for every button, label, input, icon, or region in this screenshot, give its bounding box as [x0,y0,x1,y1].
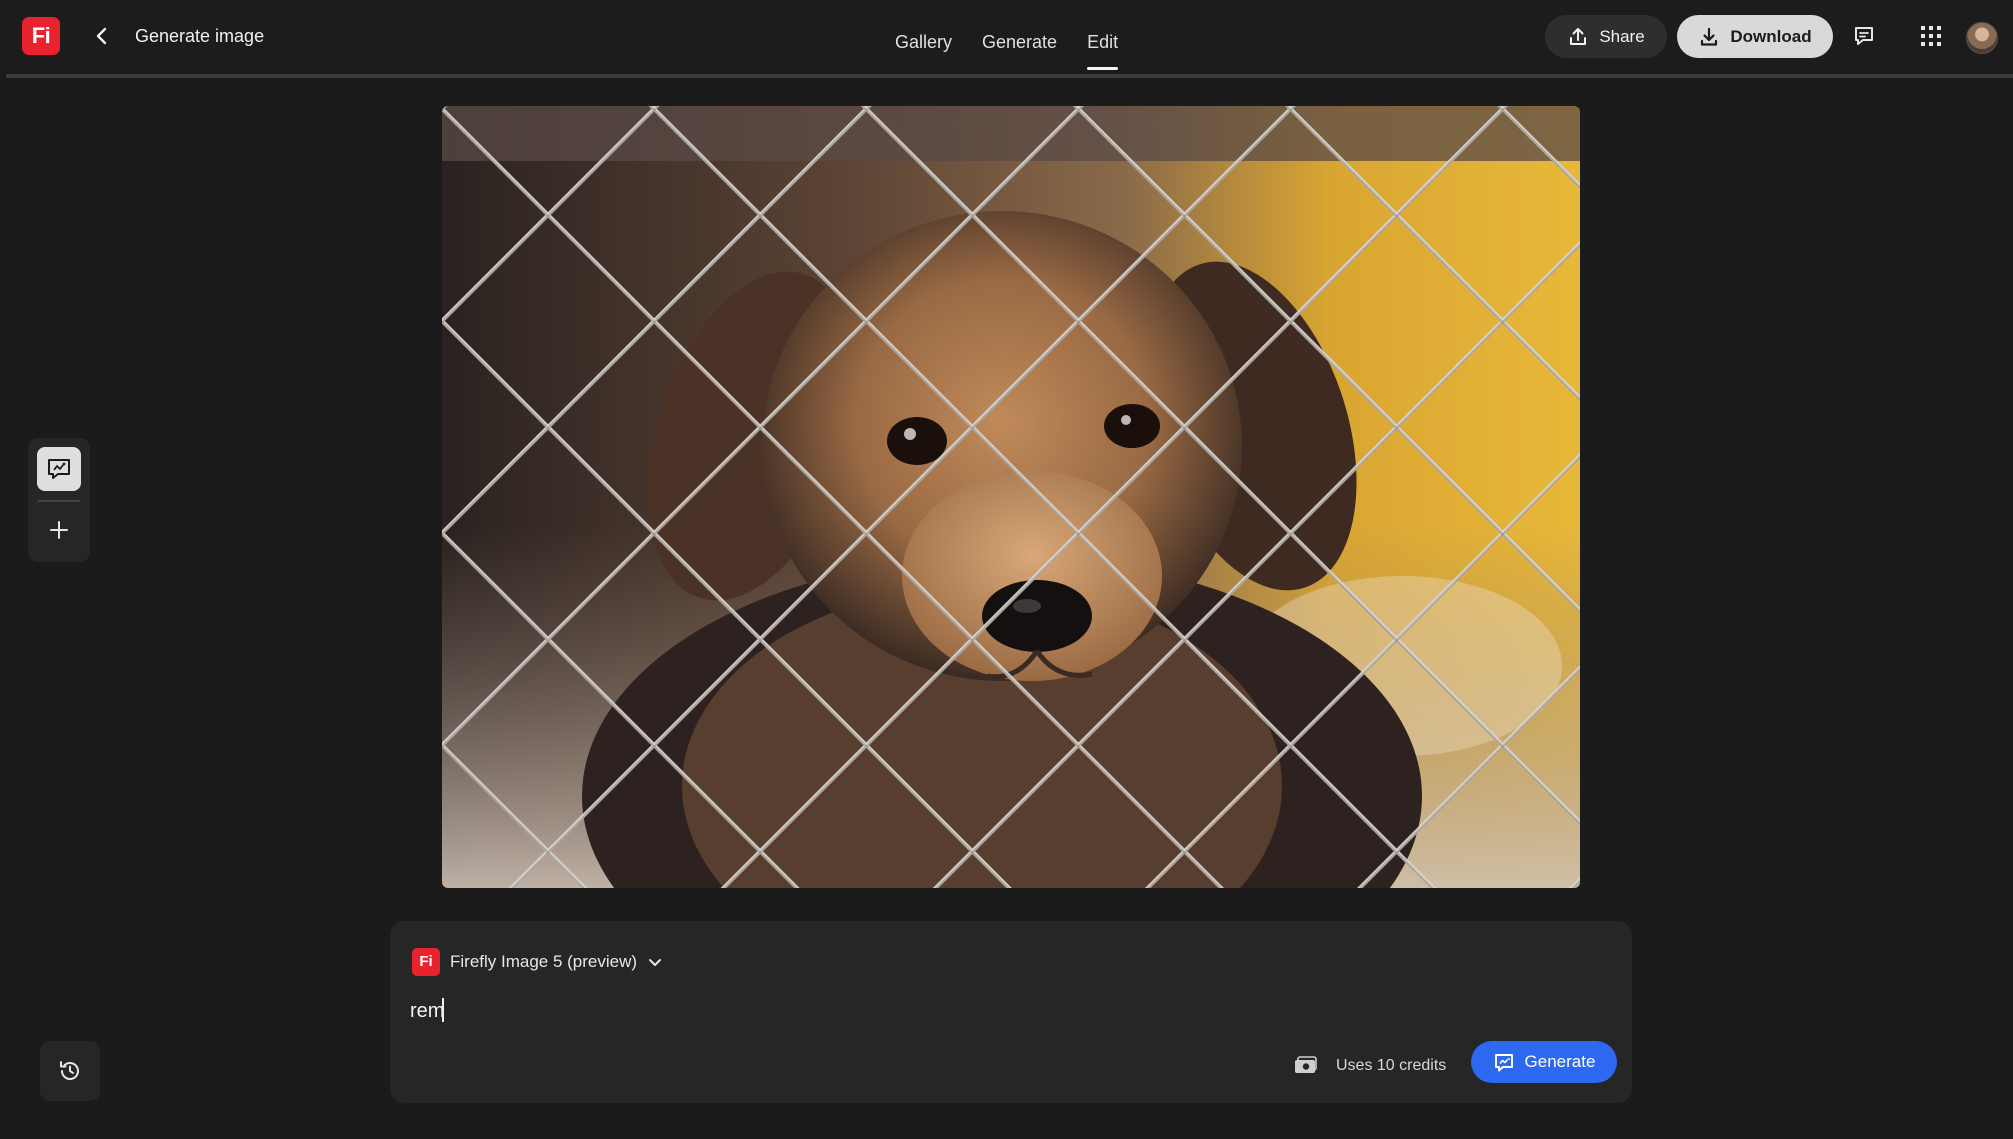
share-icon [1570,27,1587,45]
generate-button[interactable]: Generate [1471,1041,1617,1083]
firefly-model-logo: Fi [412,948,440,976]
comment-icon [1855,27,1873,45]
edit-image-icon [48,459,70,479]
apps-button[interactable] [1913,18,1949,54]
model-name: Firefly Image 5 (preview) [450,952,638,971]
chevron-left-icon [96,27,107,45]
add-button[interactable] [41,512,77,548]
user-avatar[interactable] [1966,22,1998,54]
tool-rail [28,438,90,562]
firefly-logo[interactable]: Fi [22,17,60,55]
download-button[interactable]: Download [1677,15,1833,58]
tab-generate[interactable]: Generate [967,18,1072,70]
generate-icon [1494,1054,1513,1072]
add-icon [50,521,68,539]
credits-icon [1295,1056,1317,1073]
download-label: Download [1730,26,1812,46]
puppy-image [442,106,1580,888]
nav-tabs: Gallery Generate Edit [880,18,1133,70]
top-bar-divider [6,74,2013,78]
share-label: Share [1599,26,1645,46]
generate-label: Generate [1524,1052,1596,1071]
generated-image[interactable] [442,106,1580,888]
prompt-input[interactable] [410,993,1510,1029]
credits-info: Uses 10 credits [1294,1051,1446,1081]
history-icon [60,1061,79,1080]
download-icon [1701,27,1718,46]
share-button[interactable]: Share [1545,15,1667,58]
edit-image-tool[interactable] [37,447,81,491]
app-window: Fi Generate image Gallery Generate Edit … [0,0,2013,1139]
credits-label: Uses 10 credits [1336,1057,1447,1074]
tab-gallery[interactable]: Gallery [880,18,967,70]
page-title: Generate image [135,26,265,46]
history-button[interactable] [40,1041,100,1101]
tool-rail-divider [38,500,80,502]
comments-button[interactable] [1846,18,1882,54]
tab-edit[interactable]: Edit [1072,18,1133,70]
apps-grid-icon [1921,26,1941,46]
top-bar: Fi Generate image Gallery Generate Edit … [0,0,2013,74]
chevron-down-icon [649,959,662,966]
model-selector[interactable]: Fi Firefly Image 5 (preview) [412,947,663,977]
prompt-panel: Fi Firefly Image 5 (preview) Uses 10 cre… [390,921,1632,1103]
text-cursor [442,998,444,1022]
back-button[interactable] [86,18,118,54]
